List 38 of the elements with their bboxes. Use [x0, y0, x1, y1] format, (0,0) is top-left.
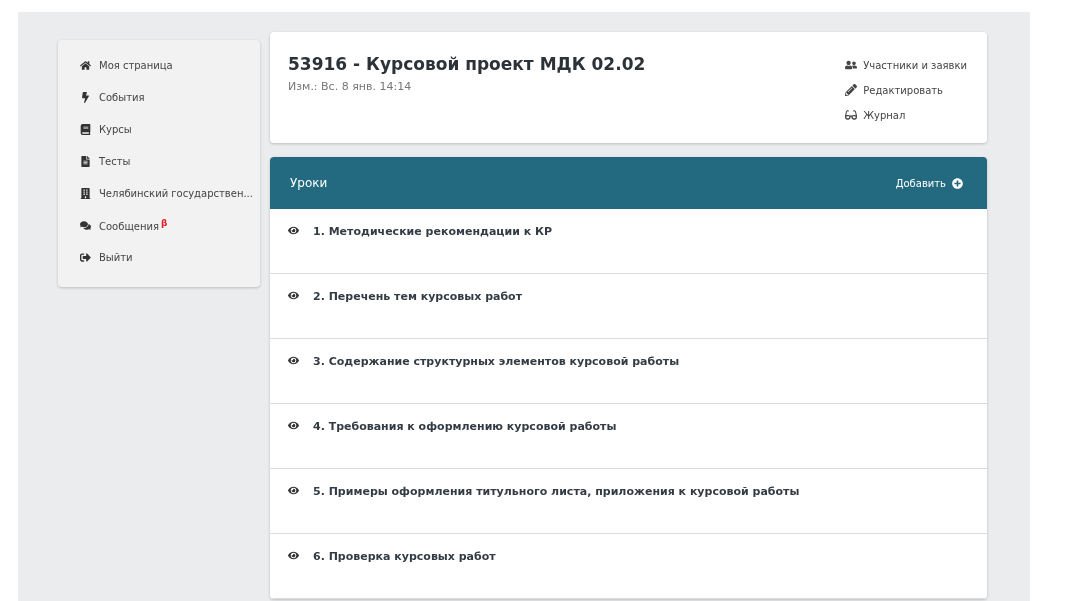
sidebar-item[interactable]: Сообщения $^{β}$: [80, 216, 260, 235]
building-icon: [80, 188, 91, 199]
chat-icon: [80, 220, 91, 231]
lesson-title[interactable]: 2. Перечень тем курсовых работ: [313, 290, 523, 303]
lesson-title[interactable]: 6. Проверка курсовых работ: [313, 550, 496, 563]
eye-icon[interactable]: [288, 420, 299, 431]
lesson-title[interactable]: 1. Методические рекомендации к КР: [313, 225, 553, 238]
bolt-icon: [80, 92, 91, 103]
lesson-title[interactable]: 3. Содержание структурных элементов курсовой работы: [313, 355, 680, 368]
add-button[interactable]: Добавить: [895, 177, 963, 189]
pencil-icon: [845, 84, 858, 96]
users-icon: [845, 59, 858, 71]
glasses-icon: [845, 109, 858, 121]
sidebar-item[interactable]: Челябинский государствен...: [80, 184, 260, 203]
modified-date: Изм.: Вс. 8 янв. 14:14: [288, 80, 413, 93]
document-icon: [80, 156, 91, 167]
beta-label: β: [161, 218, 168, 229]
lesson-title[interactable]: 4. Требования к оформлению курсовой работы: [313, 420, 617, 433]
logout-icon: [80, 252, 91, 263]
sidebar-item[interactable]: Выйти: [80, 248, 260, 267]
eye-icon[interactable]: [288, 290, 299, 301]
lessons-title: Уроки: [290, 176, 328, 190]
sidebar-item[interactable]: Моя страница: [80, 56, 260, 75]
plus-icon: [952, 177, 963, 189]
action-link[interactable]: Журнал: [845, 106, 967, 124]
action-link[interactable]: Редактировать: [845, 81, 967, 99]
sidebar-item[interactable]: События: [80, 88, 260, 107]
sidebar-item[interactable]: Курсы: [80, 120, 260, 139]
eye-icon[interactable]: [288, 225, 299, 236]
home-icon: [80, 60, 91, 71]
book-icon: [80, 124, 91, 135]
eye-icon[interactable]: [288, 485, 299, 496]
lesson-title[interactable]: 5. Примеры оформления титульного листа, приложения к курсовой работы: [313, 485, 800, 498]
sidebar-item[interactable]: Тесты: [80, 152, 260, 171]
eye-icon[interactable]: [288, 550, 299, 561]
course-title: 53916 - Курсовой проект МДК 02.02: [288, 54, 646, 74]
action-link[interactable]: Участники и заявки: [845, 56, 967, 74]
eye-icon[interactable]: [288, 355, 299, 366]
